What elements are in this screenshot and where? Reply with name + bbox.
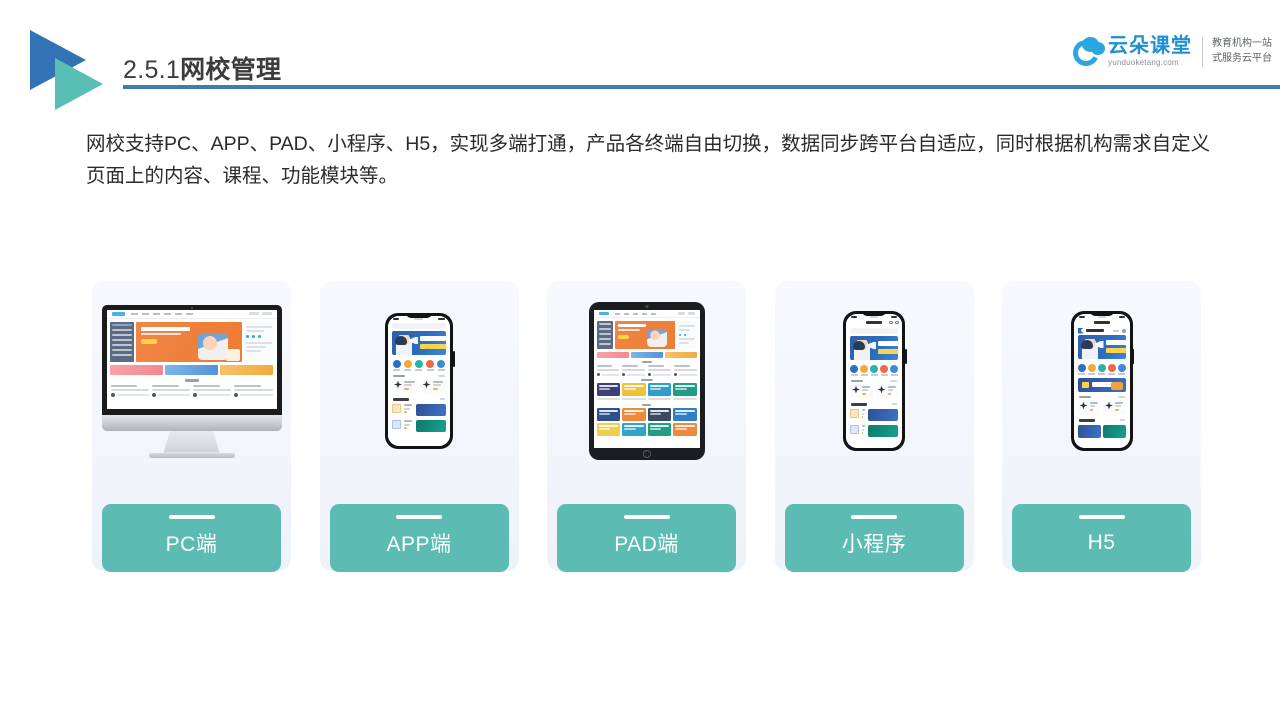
front-camera-icon	[645, 305, 648, 308]
brand-url: yunduoketang.com	[1108, 58, 1179, 67]
brand-divider	[1202, 36, 1203, 67]
device-label-text: PAD端	[614, 532, 679, 556]
device-label-pc[interactable]: PC端	[102, 504, 281, 572]
brand-logo: 云朵课堂 yunduoketang.com	[1069, 35, 1192, 70]
device-illustration-smartphone-miniprogram	[775, 281, 974, 481]
label-accent-dash	[168, 515, 215, 519]
home-button-icon[interactable]	[642, 450, 651, 458]
brand-tagline-line1: 教育机构一站	[1212, 38, 1272, 49]
brand-tagline: 教育机构一站 式服务云平台	[1212, 37, 1272, 66]
triangle-teal-icon	[55, 58, 103, 110]
device-label-miniprogram[interactable]: 小程序	[784, 504, 964, 572]
double-triangle-logo	[28, 28, 106, 110]
device-label-h5[interactable]: H5	[1012, 504, 1191, 572]
monitor-stand-neck	[163, 430, 220, 453]
label-accent-dash	[1078, 515, 1125, 519]
device-label-text: H5	[1087, 530, 1116, 554]
title-underline-rule	[123, 85, 1280, 89]
device-card-pc[interactable]: PC端	[92, 281, 291, 572]
device-label-text: APP端	[386, 532, 452, 556]
device-card-app[interactable]: APP端	[319, 281, 519, 572]
label-accent-dash	[396, 515, 442, 519]
app-screen-mock	[388, 316, 450, 446]
phone-device-app	[385, 313, 455, 449]
page-header: 2.5.1网校管理 云朵课堂 yunduoketang.com 教育机构一站 式…	[0, 0, 1280, 110]
device-label-text: 小程序	[841, 532, 907, 556]
device-card-miniprogram[interactable]: 小程序	[774, 281, 974, 572]
device-illustration-smartphone	[320, 281, 519, 481]
device-card-h5[interactable]: H5	[1002, 281, 1201, 572]
brand-name: 云朵课堂	[1108, 35, 1192, 57]
device-illustration-desktop-monitor	[92, 281, 291, 481]
lead-paragraph: 网校支持PC、APP、PAD、小程序、H5，实现多端打通，产品各终端自由切换，数…	[86, 133, 1211, 187]
device-label-text: PC端	[165, 532, 218, 556]
brand-words: 云朵课堂 yunduoketang.com	[1108, 36, 1192, 67]
label-accent-dash	[623, 515, 670, 519]
ipad-device	[588, 302, 705, 460]
page-title-number: 2.5.1	[123, 56, 181, 84]
device-card-row: PC端 APP端 PAD端 小程序 H5	[92, 281, 1201, 572]
monitor-chin	[101, 414, 282, 431]
brand-lockup: 云朵课堂 yunduoketang.com 教育机构一站 式服务云平台	[1069, 35, 1272, 70]
phone-device-h5	[1070, 311, 1134, 451]
h5-screen-mock	[1073, 314, 1130, 448]
device-illustration-smartphone-h5	[1002, 281, 1201, 481]
webcam-icon	[190, 306, 193, 309]
page-title: 2.5.1网校管理	[123, 50, 281, 86]
monitor-stand-foot	[148, 452, 235, 458]
desktop-screen-mock	[106, 309, 277, 409]
device-label-app[interactable]: APP端	[329, 504, 509, 572]
label-accent-dash	[851, 515, 897, 519]
brand-tagline-line2: 式服务云平台	[1212, 52, 1272, 64]
page-title-name: 网校管理	[180, 56, 282, 84]
device-illustration-tablet	[547, 281, 746, 481]
tablet-screen-mock	[593, 310, 700, 448]
device-label-pad[interactable]: PAD端	[557, 504, 736, 572]
cloud-icon	[1069, 35, 1106, 70]
imac-device	[101, 304, 282, 458]
device-card-pad[interactable]: PAD端	[547, 281, 746, 572]
phone-device-miniprogram	[843, 311, 907, 451]
miniprogram-screen-mock	[846, 314, 902, 448]
